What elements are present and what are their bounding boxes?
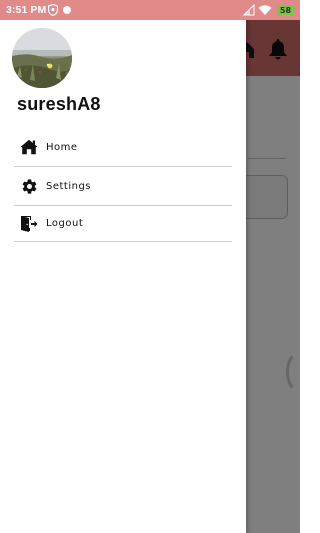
menu-item-label: Logout [46,218,84,229]
menu-item-label: Home [46,141,78,153]
screen: 3:51 PM 58 sureshA8 Home Settings Logout [0,0,300,533]
home-icon [19,137,39,157]
menu-item-label: Settings [46,180,92,192]
menu-item-logout[interactable]: Logout [14,206,232,242]
username: sureshA8 [17,94,101,114]
logout-icon [19,214,39,234]
avatar[interactable] [12,28,72,88]
shield-icon [48,4,58,16]
navigation-drawer: sureshA8 Home Settings Logout [0,0,246,533]
signal-icon [243,4,255,16]
avatar-photo [12,28,72,88]
menu-item-home[interactable]: Home [14,128,232,167]
notification-dot-icon [63,6,71,14]
wifi-icon [258,5,272,15]
drawer-menu: Home Settings Logout [14,128,232,242]
battery-icon: 58 [277,5,296,15]
status-time: 3:51 PM [6,4,47,16]
menu-item-settings[interactable]: Settings [14,167,232,206]
battery-level: 58 [279,5,292,15]
gear-icon [19,176,39,196]
status-bar: 3:51 PM 58 [0,0,300,20]
